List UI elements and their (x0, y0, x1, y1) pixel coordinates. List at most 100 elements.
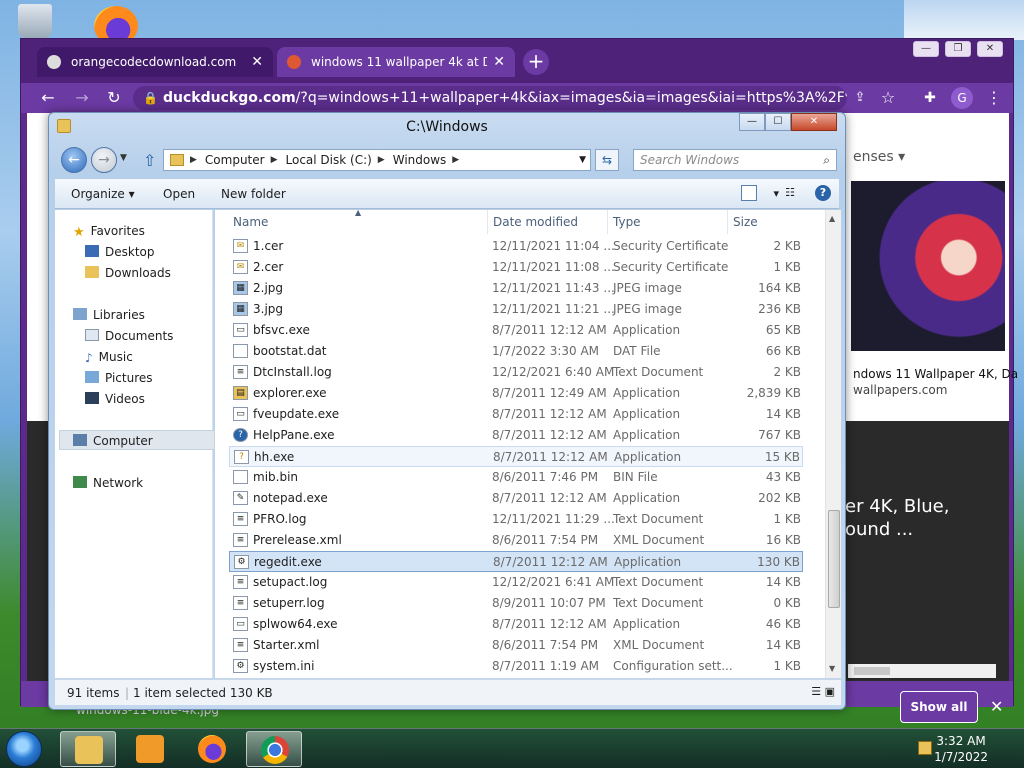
view-toggle-icons[interactable]: ☰ ▣ (811, 685, 835, 698)
file-row[interactable]: ? hh.exe 8/7/2011 12:12 AM Application 15 KB (229, 446, 803, 467)
file-row[interactable]: ✉ 2.cer 12/11/2021 11:08 ... Security Certi… (229, 257, 803, 278)
scroll-thumb[interactable] (828, 510, 840, 608)
nav-downloads[interactable]: Downloads (85, 266, 171, 280)
nav-music[interactable]: ♪ Music (85, 350, 133, 365)
file-row[interactable]: ✉ 1.cer 12/11/2021 11:04 ... Security Certi… (229, 236, 803, 257)
share-icon[interactable]: ⇪ (849, 87, 871, 109)
scroll-up-icon[interactable]: ▲ (829, 214, 835, 223)
menu-icon[interactable]: ⋮ (983, 87, 1005, 109)
nav-network[interactable]: Network (73, 476, 143, 490)
close-icon[interactable]: ✕ (791, 113, 837, 131)
file-row[interactable]: ≡ DtcInstall.log 12/12/2021 6:40 AM Text Do… (229, 362, 803, 383)
nav-computer[interactable]: Computer (73, 434, 153, 448)
taskbar-media-player[interactable] (122, 731, 178, 767)
forward-arrow-icon[interactable]: → (71, 87, 93, 109)
taskbar-chrome[interactable] (246, 731, 302, 767)
close-download-bar-icon[interactable]: ✕ (990, 697, 1003, 716)
chevron-right-icon[interactable]: ▶ (190, 155, 197, 165)
chevron-right-icon[interactable]: ▶ (271, 155, 278, 165)
file-list-scrollbar[interactable]: ▲ ▼ (825, 210, 841, 678)
chevron-right-icon[interactable]: ▶ (452, 155, 459, 165)
new-tab-button[interactable]: + (523, 49, 549, 75)
file-row[interactable]: ▦ 3.jpg 12/11/2021 11:21 ... JPEG image 236 … (229, 299, 803, 320)
column-date-modified[interactable]: Date modified (493, 215, 578, 229)
minimize-icon[interactable]: — (739, 113, 765, 131)
help-icon[interactable]: ? (815, 185, 831, 201)
tray-icon[interactable] (918, 741, 932, 755)
nav-pictures[interactable]: Pictures (85, 371, 153, 385)
file-row[interactable]: ▭ fveupdate.exe 8/7/2011 12:12 AM Applicati… (229, 404, 803, 425)
address-dropdown-icon[interactable]: ▼ (579, 155, 586, 165)
maximize-icon[interactable]: ☐ (765, 113, 791, 131)
view-dropdown-icon[interactable]: ▾ (773, 187, 779, 200)
licenses-filter[interactable]: enses ▾ (853, 149, 905, 165)
close-icon[interactable]: ✕ (977, 41, 1003, 57)
open-button[interactable]: Open (163, 187, 195, 201)
page-horizontal-scrollbar[interactable] (848, 664, 996, 678)
breadcrumb-local-disk[interactable]: Local Disk (C:) (286, 153, 372, 167)
nav-libraries[interactable]: Libraries (73, 308, 145, 322)
wallpaper-thumbnail[interactable] (851, 181, 1005, 351)
breadcrumb-computer[interactable]: Computer (205, 153, 265, 167)
file-row[interactable]: ✎ notepad.exe 8/7/2011 12:12 AM Application… (229, 488, 803, 509)
extensions-icon[interactable]: ✚ (919, 87, 941, 109)
result-title[interactable]: ndows 11 Wallpaper 4K, Da (853, 367, 1018, 381)
file-row[interactable]: ⚙ regedit.exe 8/7/2011 12:12 AM Application… (229, 551, 803, 572)
file-row[interactable]: bootstat.dat 1/7/2022 3:30 AM DAT File 66 K… (229, 341, 803, 362)
column-type[interactable]: Type (613, 215, 641, 229)
file-row[interactable]: ≡ PFRO.log 12/11/2021 11:29 ... Text Docume… (229, 509, 803, 530)
file-row[interactable]: ? HelpPane.exe 8/7/2011 12:12 AM Applicatio… (229, 425, 803, 446)
scroll-thumb[interactable] (854, 667, 890, 675)
up-arrow-icon[interactable]: ⇧ (143, 151, 156, 170)
history-dropdown-icon[interactable]: ▼ (120, 153, 127, 163)
back-button[interactable]: ← (61, 147, 87, 173)
nav-favorites[interactable]: ★ Favorites (73, 224, 145, 240)
nav-videos[interactable]: Videos (85, 392, 145, 406)
minimize-icon[interactable]: — (913, 41, 939, 57)
profile-avatar[interactable]: G (951, 87, 973, 109)
file-type: Security Certificate (613, 239, 729, 253)
change-view-icon[interactable]: ☷ (785, 186, 795, 199)
recycle-bin-icon[interactable] (18, 4, 52, 38)
file-row[interactable]: ≡ Starter.xml 8/6/2011 7:54 PM XML Document… (229, 635, 803, 656)
file-row[interactable]: ▭ splwow64.exe 8/7/2011 12:12 AM Applicatio… (229, 614, 803, 635)
file-row[interactable]: ⚙ system.ini 8/7/2011 1:19 AM Configuration… (229, 656, 803, 677)
start-button[interactable] (6, 731, 42, 767)
forward-button[interactable]: → (91, 147, 117, 173)
file-row[interactable]: ▤ explorer.exe 8/7/2011 12:49 AM Applicatio… (229, 383, 803, 404)
address-bar[interactable]: 🔒 duckduckgo.com/?q=windows+11+wallpaper… (133, 86, 847, 110)
chevron-right-icon[interactable]: ▶ (378, 155, 385, 165)
breadcrumb-windows[interactable]: Windows (393, 153, 447, 167)
file-row[interactable]: ≡ setupact.log 12/12/2021 6:41 AM Text Docu… (229, 572, 803, 593)
preview-pane-icon[interactable] (741, 185, 757, 201)
close-tab-icon[interactable]: ✕ (493, 54, 505, 70)
close-tab-icon[interactable]: ✕ (251, 54, 263, 70)
organize-button[interactable]: Organize ▾ (71, 187, 135, 201)
nav-documents[interactable]: Documents (85, 329, 173, 343)
reload-icon[interactable]: ↻ (103, 87, 125, 109)
tab-orangecodec[interactable]: orangecodecdownload.com ✕ (37, 47, 273, 77)
taskbar-explorer[interactable] (60, 731, 116, 767)
show-all-button[interactable]: Show all (900, 691, 978, 723)
file-row[interactable]: ≡ setuperr.log 8/9/2011 10:07 PM Text Docum… (229, 593, 803, 614)
refresh-button[interactable]: ⇆ (595, 149, 619, 171)
scroll-down-icon[interactable]: ▼ (829, 664, 835, 673)
column-name[interactable]: Name (233, 215, 268, 229)
file-row[interactable]: ▦ 2.jpg 12/11/2021 11:43 ... JPEG image 164 … (229, 278, 803, 299)
back-arrow-icon[interactable]: ← (37, 87, 59, 109)
bookmark-star-icon[interactable]: ☆ (877, 87, 899, 109)
taskbar-firefox[interactable] (184, 731, 240, 767)
maximize-icon[interactable]: ❐ (945, 41, 971, 57)
file-row[interactable]: ≡ Prerelease.xml 8/6/2011 7:54 PM XML Docum… (229, 530, 803, 551)
address-breadcrumb[interactable]: ▶ Computer ▶ Local Disk (C:) ▶ Windows ▶… (163, 149, 591, 171)
file-row[interactable]: ▭ bfsvc.exe 8/7/2011 12:12 AM Application 65… (229, 320, 803, 341)
new-folder-button[interactable]: New folder (221, 187, 286, 201)
file-row[interactable]: mib.bin 8/6/2011 7:46 PM BIN File 43 KB (229, 467, 803, 488)
search-icon[interactable]: ⌕ (823, 150, 830, 170)
search-input[interactable]: Search Windows ⌕ (633, 149, 837, 171)
detail-title-line: er 4K, Blue, (845, 496, 950, 517)
column-size[interactable]: Size (733, 215, 758, 229)
clock[interactable]: 3:32 AM 1/7/2022 (934, 733, 988, 765)
tab-duckduckgo[interactable]: windows 11 wallpaper 4k at Duck ✕ (277, 47, 515, 77)
nav-desktop[interactable]: Desktop (85, 245, 155, 259)
